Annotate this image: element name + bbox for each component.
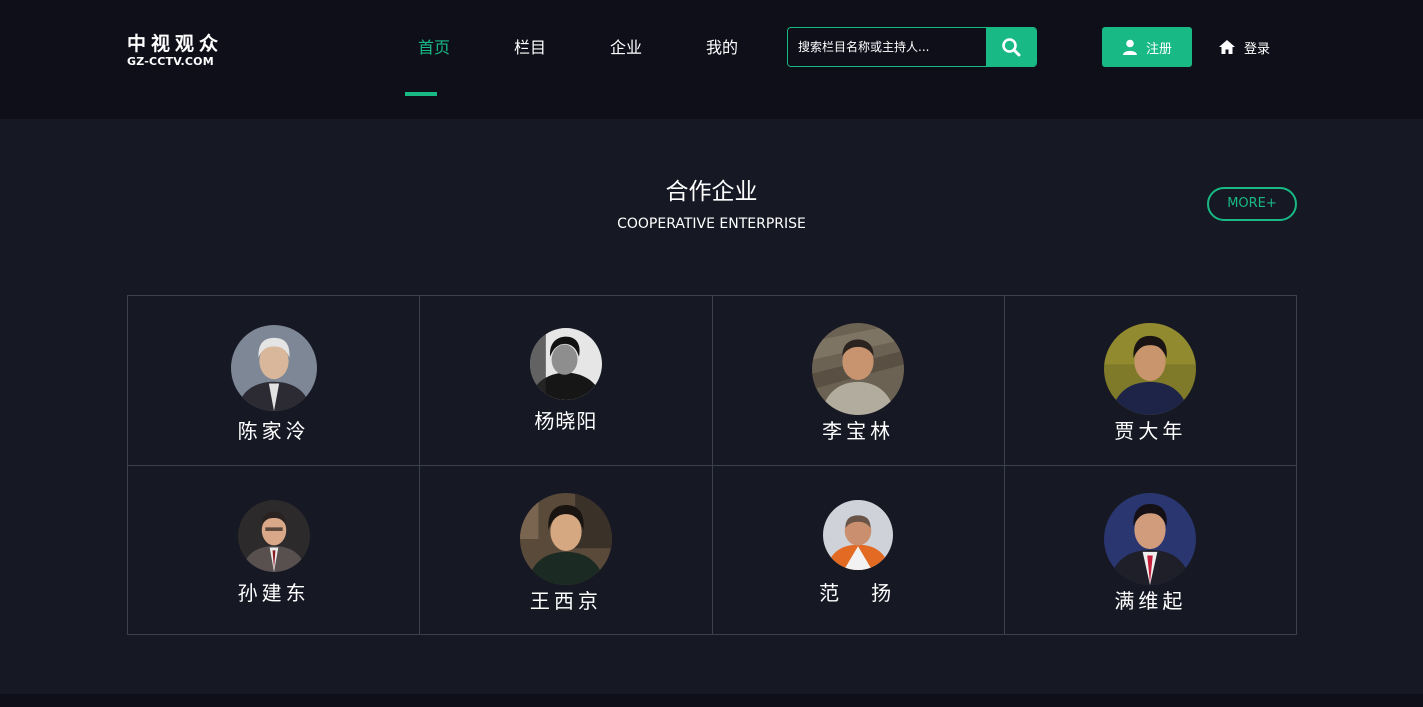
nav-item-label: 首页: [417, 38, 450, 57]
more-button[interactable]: MORE+: [1207, 187, 1297, 221]
search-button[interactable]: [986, 28, 1036, 66]
person-name: 孙建东: [237, 580, 310, 605]
home-icon: [1219, 40, 1235, 54]
person-name: 杨晓阳: [534, 409, 598, 433]
footer-strip: [0, 694, 1423, 707]
active-nav-indicator: [405, 92, 437, 96]
nav-item-programs[interactable]: 栏目: [482, 0, 578, 119]
user-icon: [1122, 39, 1137, 55]
avatar: [230, 325, 317, 411]
login-label: 登录: [1244, 41, 1271, 57]
logo-chinese-text: 中视观众: [127, 33, 224, 55]
search-box: [787, 27, 1037, 67]
nav-item-enterprise[interactable]: 企业: [578, 0, 674, 119]
partner-card[interactable]: 范 扬: [712, 465, 1005, 635]
partner-card[interactable]: 孙建东: [128, 465, 421, 635]
login-link[interactable]: 登录: [1219, 27, 1270, 67]
person-name: 满维起: [1114, 588, 1187, 613]
partner-grid: 陈家泠 杨晓阳 李宝林 贾大年 孙建东 王西京 范 扬 满维起: [127, 295, 1297, 635]
person-name: 王西京: [529, 588, 602, 613]
partner-card[interactable]: 杨晓阳: [420, 296, 713, 466]
avatar: [1104, 323, 1197, 415]
avatar: [823, 499, 894, 570]
nav-item-home[interactable]: 首页: [386, 0, 482, 119]
avatar: [519, 492, 612, 585]
person-name: 李宝林: [822, 419, 895, 443]
register-button[interactable]: 注册: [1102, 27, 1192, 67]
avatar: [1104, 492, 1197, 585]
section-subtitle: COOPERATIVE ENTERPRISE: [617, 216, 806, 232]
main-nav: 首页 栏目 企业 我的: [386, 0, 770, 119]
nav-item-label: 我的: [705, 38, 738, 57]
person-name: 范 扬: [819, 580, 898, 605]
avatar: [237, 499, 310, 572]
nav-item-label: 栏目: [513, 38, 546, 57]
site-logo[interactable]: 中视观众 GZ-CCTV.COM: [127, 33, 237, 69]
search-input[interactable]: [788, 28, 987, 66]
person-name: 陈家泠: [237, 419, 310, 443]
top-header: 中视观众 GZ-CCTV.COM 首页 栏目 企业 我的 搜索栏目名称或主持人.…: [0, 0, 1423, 119]
avatar: [812, 323, 905, 415]
nav-item-mine[interactable]: 我的: [674, 0, 770, 119]
avatar: [529, 328, 602, 400]
person-name: 贾大年: [1114, 419, 1187, 443]
nav-item-label: 企业: [609, 38, 642, 57]
search-icon: [1002, 38, 1021, 57]
partner-card[interactable]: 王西京: [420, 465, 713, 635]
partner-card[interactable]: 满维起: [1004, 465, 1297, 635]
register-label: 注册: [1145, 41, 1172, 57]
logo-domain-text: GZ-CCTV.COM: [127, 55, 214, 68]
partner-card[interactable]: 李宝林: [712, 296, 1005, 466]
partner-card[interactable]: 贾大年: [1004, 296, 1297, 466]
partner-card[interactable]: 陈家泠: [128, 296, 421, 466]
